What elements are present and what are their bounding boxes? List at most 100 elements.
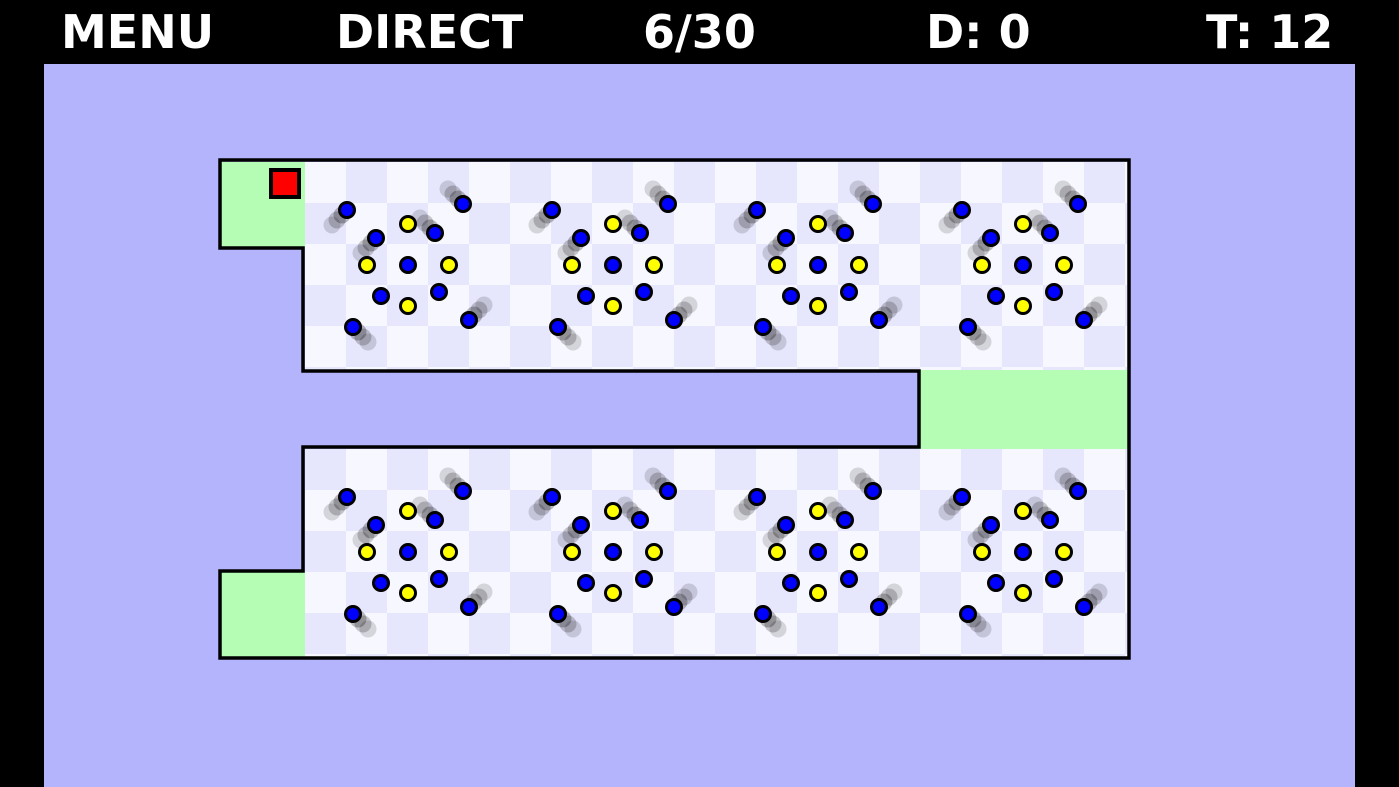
enemy-dot [1045, 283, 1063, 301]
menu-button[interactable]: MENU [61, 2, 214, 62]
coin [850, 543, 868, 561]
enemy-dot [549, 605, 567, 623]
enemy-dot [665, 311, 683, 329]
enemy-dot [430, 283, 448, 301]
enemy-dot [1069, 195, 1087, 213]
mode-label: DIRECT [336, 5, 524, 59]
coin [358, 543, 376, 561]
enemy-dot [367, 229, 385, 247]
enemy-dot [782, 574, 800, 592]
enemy-dot [372, 287, 390, 305]
enemy-dot [836, 224, 854, 242]
coin [1014, 584, 1032, 602]
coin [604, 502, 622, 520]
enemy-dot [577, 574, 595, 592]
enemy-dot [399, 256, 417, 274]
enemy-dot [344, 605, 362, 623]
death-counter: D: 0 [926, 5, 1031, 59]
coin [809, 297, 827, 315]
coin [809, 215, 827, 233]
enemy-dot [430, 570, 448, 588]
coin [809, 584, 827, 602]
coin [973, 256, 991, 274]
enemy-dot [777, 229, 795, 247]
enemy-dot [870, 311, 888, 329]
coin [399, 215, 417, 233]
enemy-dot [659, 195, 677, 213]
enemy-dot [987, 287, 1005, 305]
enemy-dot [953, 201, 971, 219]
enemy-dot [1041, 511, 1059, 529]
enemy-dot [754, 318, 772, 336]
enemy-dot [344, 318, 362, 336]
coin [768, 256, 786, 274]
coin [809, 502, 827, 520]
enemy-dot [454, 195, 472, 213]
enemy-dot [777, 516, 795, 534]
coin [563, 543, 581, 561]
enemy-dot [659, 482, 677, 500]
enemy-dot [1075, 311, 1093, 329]
hud-bar: MENU DIRECT 6/30 D: 0 T: 12 [0, 0, 1399, 64]
enemy-dot [1041, 224, 1059, 242]
coin [645, 543, 663, 561]
enemy-dot [577, 287, 595, 305]
enemy-dot [840, 283, 858, 301]
enemy-dot [840, 570, 858, 588]
enemy-dot [635, 570, 653, 588]
enemy-dot [982, 229, 1000, 247]
coin [1014, 502, 1032, 520]
enemy-dot [836, 511, 854, 529]
enemy-dot [426, 224, 444, 242]
enemy-dot [870, 598, 888, 616]
enemy-dot [399, 543, 417, 561]
enemy-dot [1069, 482, 1087, 500]
coin [768, 543, 786, 561]
enemy-dot [631, 224, 649, 242]
coin [440, 256, 458, 274]
coin [1014, 297, 1032, 315]
coin [604, 584, 622, 602]
enemy-dot [959, 318, 977, 336]
coin [440, 543, 458, 561]
enemy-dot [635, 283, 653, 301]
enemy-dot [460, 311, 478, 329]
enemy-dot [809, 256, 827, 274]
enemy-dot [809, 543, 827, 561]
enemy-dot [426, 511, 444, 529]
enemy-dot [338, 201, 356, 219]
enemy-dot [864, 482, 882, 500]
enemy-dot [454, 482, 472, 500]
enemy-dot [953, 488, 971, 506]
enemy-dot [604, 543, 622, 561]
game-board [44, 64, 1355, 787]
coin [563, 256, 581, 274]
coin [1014, 215, 1032, 233]
coin [1055, 256, 1073, 274]
enemy-dot [1014, 256, 1032, 274]
checkpoint-zone [919, 370, 1128, 449]
coin [645, 256, 663, 274]
enemy-dot [1014, 543, 1032, 561]
coin [850, 256, 868, 274]
timer: T: 12 [1206, 5, 1334, 59]
player-square [269, 168, 301, 199]
enemy-dot [460, 598, 478, 616]
coin [1055, 543, 1073, 561]
enemy-dot [367, 516, 385, 534]
enemy-dot [982, 516, 1000, 534]
enemy-dot [549, 318, 567, 336]
enemy-dot [1075, 598, 1093, 616]
enemy-dot [338, 488, 356, 506]
enemy-dot [665, 598, 683, 616]
playfield [44, 64, 1355, 787]
enemy-dot [748, 488, 766, 506]
enemy-dot [572, 516, 590, 534]
enemy-dot [782, 287, 800, 305]
coin [399, 502, 417, 520]
enemy-dot [748, 201, 766, 219]
coin [973, 543, 991, 561]
coin [604, 215, 622, 233]
coin [399, 297, 417, 315]
coin [604, 297, 622, 315]
